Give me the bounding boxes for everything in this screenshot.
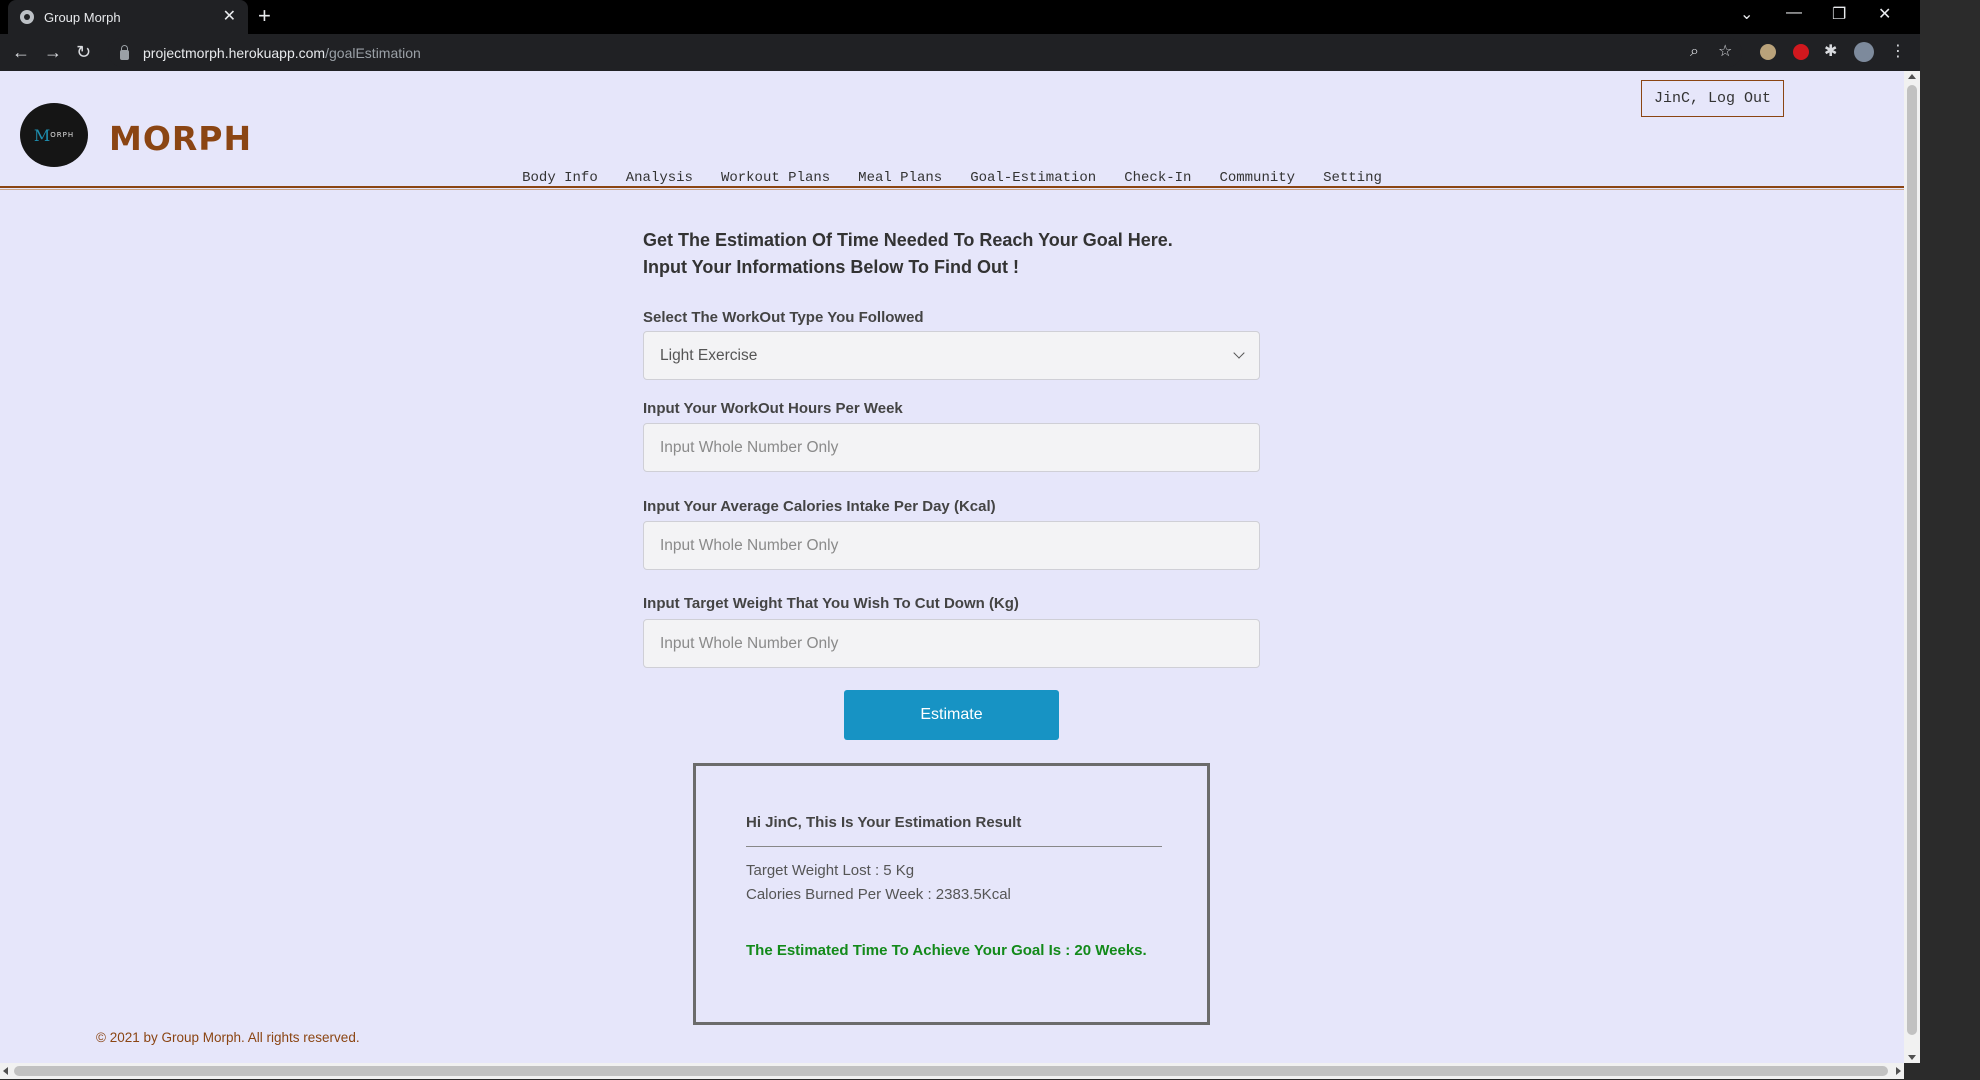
globe-icon [20,10,34,24]
brand-title: MORPH [109,119,253,158]
estimation-result-panel: Hi JinC, This Is Your Estimation Result … [693,763,1210,1025]
target-weight-input[interactable]: Input Whole Number Only [643,619,1260,668]
browser-tab-strip: Group Morph ✕ + ⌄ — ❐ ✕ [0,0,1920,34]
hours-placeholder: Input Whole Number Only [660,438,839,456]
scroll-left-icon[interactable] [3,1067,8,1075]
chevron-down-icon [1233,347,1245,359]
target-weight-placeholder: Input Whole Number Only [660,634,839,652]
scroll-right-icon[interactable] [1896,1067,1901,1075]
nav-analysis[interactable]: Analysis [612,170,707,186]
calories-input[interactable]: Input Whole Number Only [643,521,1260,570]
extension-red-icon[interactable] [1793,44,1809,60]
tab-close-icon[interactable]: ✕ [223,9,236,25]
scroll-down-icon[interactable] [1908,1055,1916,1060]
bookmark-star-icon[interactable]: ☆ [1718,43,1732,61]
minimize-icon[interactable]: — [1786,4,1802,22]
vertical-scrollbar[interactable] [1904,71,1920,1063]
nav-meal-plans[interactable]: Meal Plans [844,170,956,186]
result-divider [746,846,1162,847]
nav-workout-plans[interactable]: Workout Plans [707,170,844,186]
calories-placeholder: Input Whole Number Only [660,536,839,554]
horizontal-scroll-thumb[interactable] [14,1066,1888,1076]
browser-toolbar: ← → ↻ projectmorph.herokuapp.com/goalEst… [0,34,1920,71]
horizontal-scrollbar[interactable] [0,1063,1904,1079]
zoom-icon[interactable]: ⌕ [1690,43,1699,61]
page-heading: Get The Estimation Of Time Needed To Rea… [643,227,1173,281]
nav-divider-thin [0,189,1904,190]
desktop-background [1920,0,1980,1080]
logo-letter-m: M [33,125,51,145]
workout-type-label: Select The WorkOut Type You Followed [643,309,924,326]
hours-input[interactable]: Input Whole Number Only [643,423,1260,472]
browser-menu-icon[interactable]: ⋮ [1890,43,1906,61]
morph-logo[interactable]: M ORPH [20,103,88,167]
heading-line-1: Get The Estimation Of Time Needed To Rea… [643,230,1173,250]
nav-community[interactable]: Community [1205,170,1309,186]
main-nav: Body Info Analysis Workout Plans Meal Pl… [0,170,1904,186]
workout-type-select[interactable]: Light Exercise [643,331,1260,380]
scroll-up-icon[interactable] [1908,74,1916,79]
logout-button[interactable]: JinC, Log Out [1641,80,1784,117]
target-weight-lost: Target Weight Lost : 5 Kg [746,862,915,879]
heading-line-2: Input Your Informations Below To Find Ou… [643,257,1019,277]
puzzle-icon[interactable]: ✱ [1824,43,1837,61]
window-close-icon[interactable]: ✕ [1878,4,1891,24]
tab-title: Group Morph [44,9,121,25]
nav-goal-estimation[interactable]: Goal-Estimation [956,170,1110,186]
result-title: Hi JinC, This Is Your Estimation Result [746,814,1022,831]
nav-divider [0,186,1904,188]
new-tab-icon[interactable]: + [258,5,271,27]
reload-icon[interactable]: ↻ [76,42,91,62]
url-text: projectmorph.herokuapp.com/goalEstimatio… [143,45,421,61]
nav-setting[interactable]: Setting [1309,170,1396,186]
vertical-scroll-thumb[interactable] [1907,85,1917,1035]
page-viewport: M ORPH MORPH JinC, Log Out Body Info Ana… [0,71,1904,1063]
restore-icon[interactable]: ❐ [1832,4,1846,24]
browser-tab[interactable]: Group Morph ✕ [8,0,248,34]
nav-check-in[interactable]: Check-In [1110,170,1205,186]
forward-icon[interactable]: → [44,42,62,62]
target-weight-label: Input Target Weight That You Wish To Cut… [643,595,1019,612]
workout-type-value: Light Exercise [660,346,758,364]
calories-burned: Calories Burned Per Week : 2383.5Kcal [746,886,1011,903]
estimated-time: The Estimated Time To Achieve Your Goal … [746,942,1147,959]
url-host: projectmorph.herokuapp.com [143,44,326,61]
address-bar[interactable]: projectmorph.herokuapp.com/goalEstimatio… [108,38,1742,67]
tab-search-icon[interactable]: ⌄ [1740,4,1753,24]
calories-label: Input Your Average Calories Intake Per D… [643,498,996,515]
logo-letters: ORPH [50,131,75,139]
back-icon[interactable]: ← [12,42,30,62]
extension-icon[interactable] [1760,44,1776,60]
lock-icon [120,44,129,60]
footer-copyright: © 2021 by Group Morph. All rights reserv… [96,1030,360,1045]
estimate-button[interactable]: Estimate [844,690,1059,740]
hours-label: Input Your WorkOut Hours Per Week [643,400,903,417]
nav-body-info[interactable]: Body Info [508,170,612,186]
profile-avatar[interactable] [1854,42,1874,62]
url-path: /goalEstimation [325,44,421,61]
